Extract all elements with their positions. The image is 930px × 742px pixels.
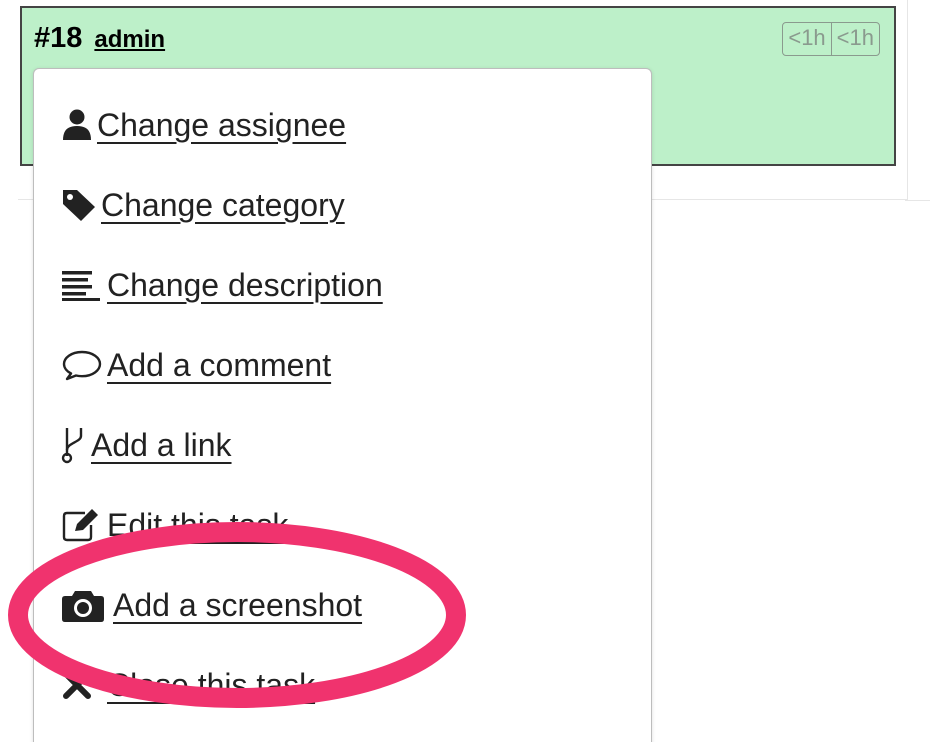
edit-icon xyxy=(61,505,107,545)
board-column-divider xyxy=(905,200,930,201)
time-spent-badge: <1h xyxy=(830,23,879,55)
menu-item-label: Change assignee xyxy=(97,106,347,143)
board-page: #18 admin <1h <1h Change assignee Change… xyxy=(0,0,930,742)
task-id[interactable]: #18 xyxy=(34,22,82,55)
menu-item-label: Change description xyxy=(107,266,383,303)
menu-item-edit-task[interactable]: Edit this task xyxy=(61,505,288,545)
user-icon xyxy=(61,105,97,145)
align-left-icon xyxy=(61,265,107,305)
menu-item-add-link[interactable]: Add a link xyxy=(61,425,232,465)
menu-item-change-category[interactable]: Change category xyxy=(61,185,345,225)
menu-item-label: Change category xyxy=(101,186,345,223)
menu-item-label: Edit this task xyxy=(107,506,289,543)
menu-item-change-description[interactable]: Change description xyxy=(61,265,383,305)
task-owner[interactable]: admin xyxy=(94,26,165,54)
menu-item-add-comment[interactable]: Add a comment xyxy=(61,345,331,385)
time-badges: <1h <1h xyxy=(782,22,880,56)
camera-icon xyxy=(61,585,113,625)
menu-item-add-screenshot[interactable]: Add a screenshot xyxy=(61,585,362,625)
task-dropdown-menu: Change assignee Change category Change d… xyxy=(33,68,652,742)
menu-item-label: Add a comment xyxy=(107,346,332,383)
close-icon xyxy=(61,665,107,705)
code-fork-icon xyxy=(61,425,91,465)
menu-item-label: Add a link xyxy=(91,426,232,463)
menu-item-change-assignee[interactable]: Change assignee xyxy=(61,105,346,145)
menu-item-label: Close this task xyxy=(107,666,316,703)
menu-item-close-task[interactable]: Close this task xyxy=(61,665,315,705)
time-estimated-badge: <1h xyxy=(788,25,826,50)
comment-icon xyxy=(61,345,107,385)
menu-item-label: Add a screenshot xyxy=(113,586,363,623)
tag-icon xyxy=(61,185,101,225)
task-header: #18 admin xyxy=(34,22,165,55)
